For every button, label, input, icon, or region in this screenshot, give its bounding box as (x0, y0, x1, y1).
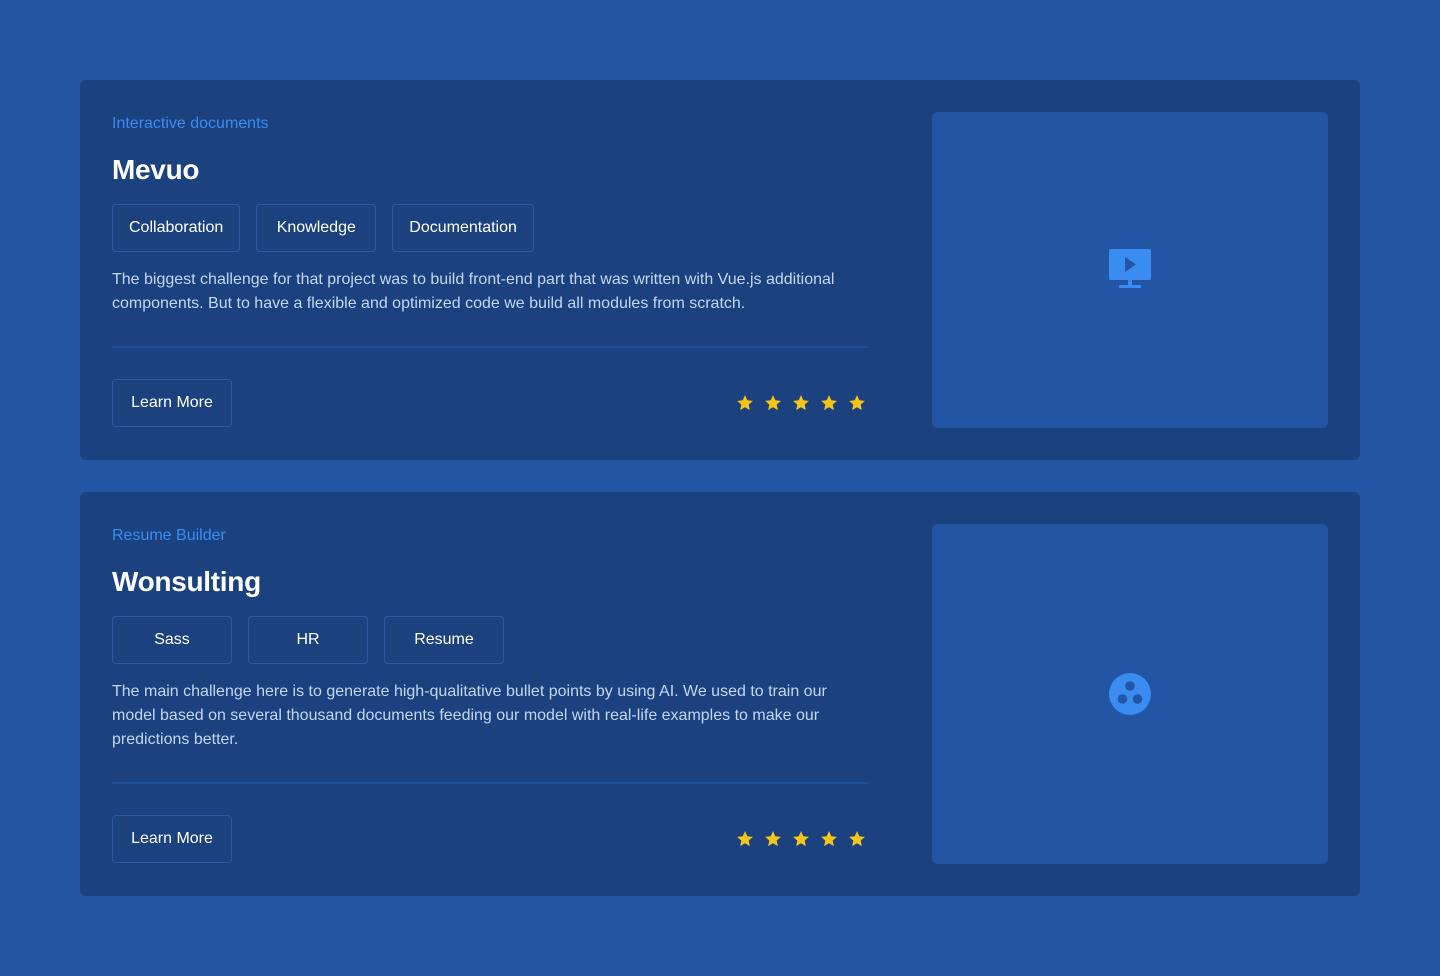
project-description: The main challenge here is to generate h… (112, 683, 827, 748)
tag-knowledge[interactable]: Knowledge (256, 204, 377, 252)
monitor-play-icon (1109, 249, 1151, 288)
project-footer: Learn More (112, 815, 868, 863)
tag-sass[interactable]: Sass (112, 616, 232, 664)
learn-more-button[interactable]: Learn More (112, 379, 232, 427)
divider (112, 346, 868, 348)
project-footer: Learn More (112, 379, 868, 427)
tag-hr[interactable]: HR (248, 616, 368, 664)
project-content: Resume Builder Wonsulting Sass HR Resume… (112, 524, 868, 863)
tag-collaboration[interactable]: Collaboration (112, 204, 241, 252)
project-card-wonsulting: Resume Builder Wonsulting Sass HR Resume… (80, 492, 1360, 896)
star-icon (849, 395, 865, 411)
three-dots-circle-icon (1109, 673, 1151, 715)
star-icon (737, 831, 753, 847)
star-icon (737, 395, 753, 411)
rating-stars (736, 394, 866, 412)
project-title: Mevuo (112, 154, 200, 185)
rating-stars (736, 830, 866, 848)
project-media (932, 524, 1328, 864)
project-description: The biggest challenge for that project w… (112, 271, 835, 312)
star-icon (849, 831, 865, 847)
star-icon (793, 831, 809, 847)
learn-more-button[interactable]: Learn More (112, 815, 232, 863)
project-media (932, 112, 1328, 428)
tag-documentation[interactable]: Documentation (392, 204, 534, 252)
tag-resume[interactable]: Resume (384, 616, 504, 664)
project-title: Wonsulting (112, 566, 261, 597)
project-category: Resume Builder (112, 527, 226, 544)
star-icon (765, 395, 781, 411)
star-icon (821, 831, 837, 847)
project-category: Interactive documents (112, 115, 269, 132)
project-content: Interactive documents Mevuo Collaboratio… (112, 112, 868, 427)
project-tags: Sass HR Resume (112, 616, 868, 664)
divider (112, 782, 868, 784)
star-icon (793, 395, 809, 411)
star-icon (821, 395, 837, 411)
project-tags: Collaboration Knowledge Documentation (112, 204, 868, 252)
star-icon (765, 831, 781, 847)
project-card-mevuo: Interactive documents Mevuo Collaboratio… (80, 80, 1360, 460)
